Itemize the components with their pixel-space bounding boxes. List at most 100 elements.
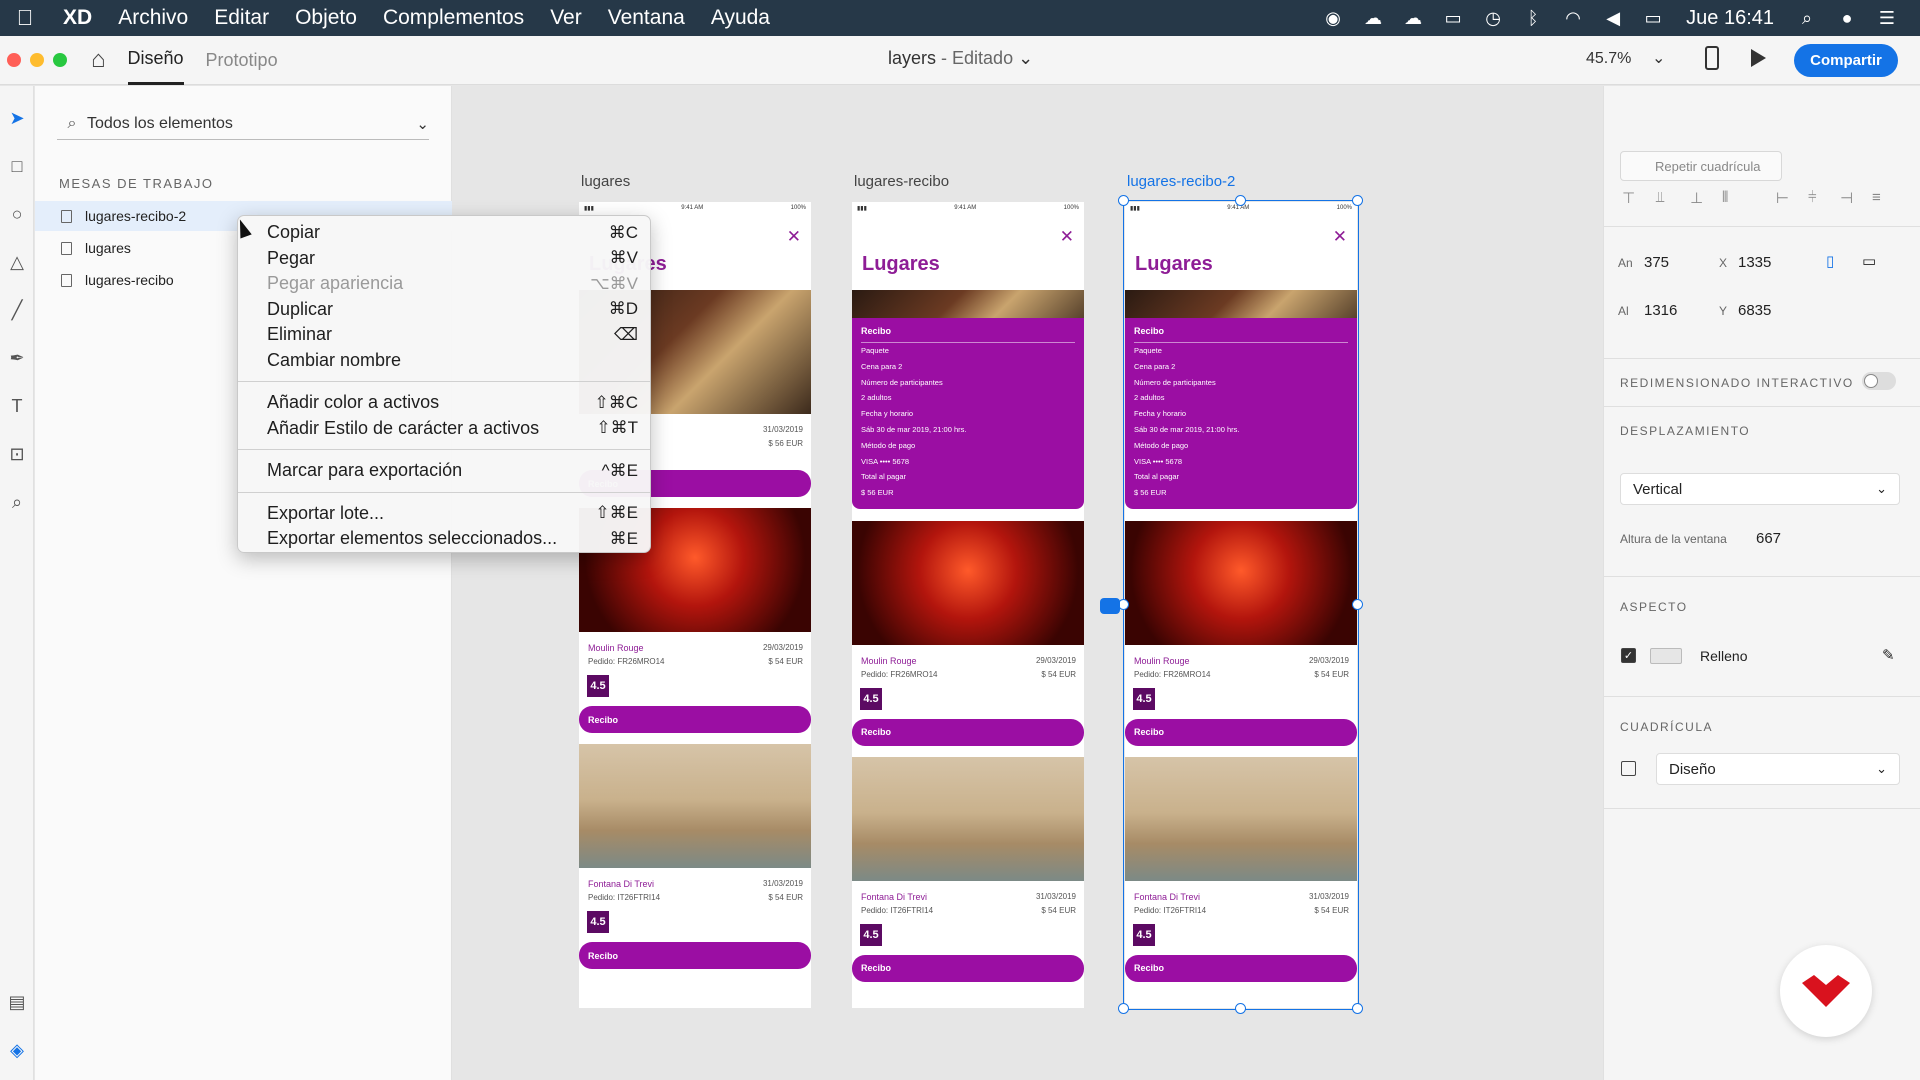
artboard-lugares-recibo[interactable]: ▮▮▮ 9:41 AM 100% Lugares ✕ Recibo Paquete C… [852,202,1084,1008]
repeat-grid-button[interactable]: Repetir cuadrícula [1620,151,1782,181]
creative-cloud-icon[interactable]: ☁ [1360,8,1386,28]
icloud-icon[interactable]: ☁ [1400,8,1426,28]
display-icon[interactable]: ▭ [1440,8,1466,28]
zoom-chevron-icon[interactable]: ⌄ [1652,48,1665,68]
distribute-vertical-icon[interactable]: ⫴ [1722,189,1742,207]
align-bottom-icon[interactable]: ⊥ [1690,189,1710,207]
assets-icon[interactable]: ▤ [5,990,29,1014]
viewport-height-value[interactable]: 667 [1756,530,1781,547]
text-tool-icon[interactable]: T [5,394,29,418]
menu-item-paste[interactable]: Pegar ⌘V [238,246,650,272]
resize-handle[interactable] [1118,1003,1129,1014]
menu-editar[interactable]: Editar [201,6,282,30]
x-value[interactable]: 1335 [1738,254,1771,271]
apple-icon[interactable]:  [0,5,50,31]
menu-item-batch-export[interactable]: Exportar lote... ⇧⌘E [238,501,650,527]
tab-design[interactable]: Diseño [127,36,184,85]
align-right-icon[interactable]: ⊣ [1840,189,1860,207]
line-tool-icon[interactable]: ╱ [5,298,29,322]
align-center-icon[interactable]: ⫩ [1808,189,1828,207]
distribute-horizontal-icon[interactable]: ≡ [1872,189,1892,207]
zoom-level[interactable]: 45.7% [1586,50,1631,68]
menu-ver[interactable]: Ver [537,6,595,30]
siri-icon[interactable]: ● [1834,8,1860,28]
menu-complementos[interactable]: Complementos [370,6,537,30]
fill-checkbox[interactable]: ✓ [1621,648,1636,663]
width-value[interactable]: 375 [1644,254,1669,271]
resize-handle[interactable] [1235,1003,1246,1014]
tab-prototype[interactable]: Prototipo [206,36,278,85]
menu-objeto[interactable]: Objeto [282,6,370,30]
menu-item-delete[interactable]: Eliminar ⌫ [238,322,650,348]
menu-item-mark-export[interactable]: Marcar para exportación ^⌘E [238,458,650,484]
notification-center-icon[interactable]: ☰ [1874,8,1900,28]
menu-item-duplicate[interactable]: Duplicar ⌘D [238,297,650,323]
zoom-tool-icon[interactable]: ⌕ [5,490,29,514]
resize-handle[interactable] [1352,1003,1363,1014]
receipt-button[interactable]: Recibo [852,954,1084,982]
menu-item-add-char-style-assets[interactable]: Añadir Estilo de carácter a activos ⇧⌘T [238,416,650,442]
volume-icon[interactable]: ◀ [1600,8,1626,28]
menu-item-rename[interactable]: Cambiar nombre [238,348,650,374]
align-top-icon[interactable]: ⊤ [1622,189,1642,207]
layers-search[interactable]: ⌕ Todos los elementos ⌄ [57,108,429,140]
landscape-icon[interactable]: ▭ [1862,252,1876,270]
receipt-button[interactable]: Recibo [579,706,811,733]
eyedropper-icon[interactable]: ✎ [1882,646,1895,664]
menu-ayuda[interactable]: Ayuda [698,6,783,30]
bluetooth-icon[interactable]: ᛒ [1520,8,1546,28]
menu-archivo[interactable]: Archivo [105,6,201,30]
select-tool-icon[interactable]: ➤ [5,106,29,130]
polygon-tool-icon[interactable]: △ [5,250,29,274]
y-label: Y [1719,304,1728,318]
close-window-button[interactable] [7,53,21,67]
resize-handle[interactable] [1352,599,1363,610]
height-label: Al [1618,304,1629,318]
artboard-label[interactable]: lugares-recibo [854,173,949,190]
resize-handle[interactable] [1352,195,1363,206]
spotlight-icon[interactable]: ⌕ [1794,8,1820,28]
artboard-label[interactable]: lugares-recibo-2 [1127,173,1235,190]
device-preview-icon[interactable] [1705,46,1719,70]
y-value[interactable]: 6835 [1738,302,1771,319]
layers-icon[interactable]: ◈ [5,1038,29,1062]
scrolling-select[interactable]: Vertical ⌄ [1620,473,1900,505]
pen-tool-icon[interactable]: ✒ [5,346,29,370]
height-value[interactable]: 1316 [1644,302,1677,319]
receipt-button[interactable]: Recibo [852,718,1084,746]
resize-handle[interactable] [1235,195,1246,206]
home-icon[interactable]: ⌂ [91,46,106,74]
resize-handle[interactable] [1118,195,1129,206]
zoom-window-button[interactable] [53,53,67,67]
menu-ventana[interactable]: Ventana [595,6,698,30]
play-icon[interactable] [1751,49,1766,67]
menu-item-add-color-assets[interactable]: Añadir color a activos ⇧⌘C [238,390,650,416]
record-icon[interactable]: ◉ [1320,8,1346,28]
receipt-button[interactable]: Recibo [579,942,811,969]
scroll-height-handle[interactable] [1100,598,1120,614]
menu-item-export-selected[interactable]: Exportar elementos seleccionados... ⌘E [238,526,650,552]
portrait-icon[interactable]: ▯ [1826,252,1834,270]
artboard-label[interactable]: lugares [581,173,630,190]
artboard-tool-icon[interactable]: ⊡ [5,442,29,466]
chevron-down-icon[interactable]: ⌄ [416,115,429,133]
battery-icon[interactable]: ▭ [1640,8,1666,28]
responsive-resize-toggle[interactable] [1862,372,1896,390]
menu-item-copy[interactable]: Copiar ⌘C [238,220,650,246]
wifi-icon[interactable]: ◠ [1560,8,1586,28]
clock[interactable]: Jue 16:41 [1680,7,1780,30]
rectangle-tool-icon[interactable]: □ [5,154,29,178]
align-left-icon[interactable]: ⊢ [1776,189,1796,207]
ellipse-tool-icon[interactable]: ○ [5,202,29,226]
time-machine-icon[interactable]: ◷ [1480,8,1506,28]
close-icon[interactable]: ✕ [1060,227,1074,247]
fill-color-swatch[interactable] [1650,648,1682,664]
align-middle-icon[interactable]: ⫫ [1656,189,1676,207]
document-title[interactable]: layers - Editado ⌄ [888,48,1033,69]
grid-checkbox[interactable] [1621,761,1636,776]
grid-select[interactable]: Diseño ⌄ [1656,753,1900,785]
share-button[interactable]: Compartir [1794,44,1898,77]
close-icon[interactable]: ✕ [787,227,801,247]
minimize-window-button[interactable] [30,53,44,67]
menu-app[interactable]: XD [50,6,105,30]
